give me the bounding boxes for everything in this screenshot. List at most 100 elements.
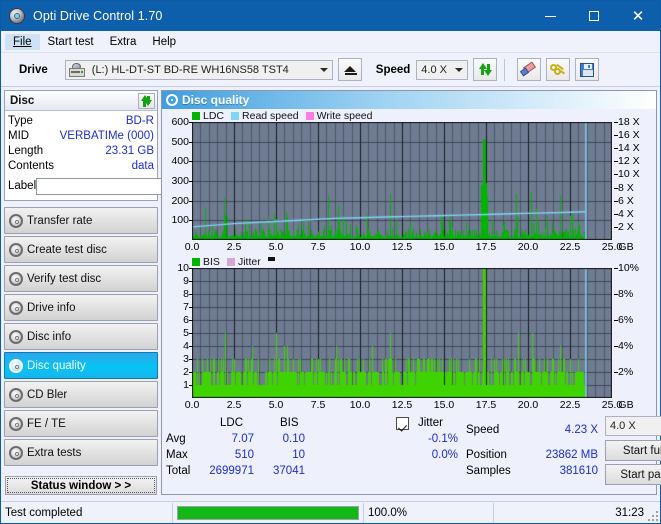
y-tick-mark xyxy=(189,385,193,386)
disc-row-length: Length 23.31 GB xyxy=(8,143,154,158)
y-tick-mark xyxy=(189,359,193,360)
resize-grip-icon[interactable] xyxy=(648,511,658,521)
sidebar-item-fe-te[interactable]: FE / TE xyxy=(4,410,158,437)
sidebar-item-disc-quality[interactable]: Disc quality xyxy=(4,352,158,379)
cd-icon xyxy=(5,417,27,431)
legend-label-ldc: LDC xyxy=(203,110,224,122)
start-part-button[interactable]: Start part xyxy=(605,464,661,485)
bottom-x-axis: 0.02.55.07.510.012.515.017.520.022.525.0… xyxy=(192,398,612,412)
x-tick-label: 5.0 xyxy=(269,241,284,253)
refresh-icon xyxy=(140,94,153,107)
y2-tick-mark xyxy=(614,161,618,162)
y-tick-mark xyxy=(189,161,193,162)
result-speed-value: 4.0 X xyxy=(606,420,636,432)
cd-icon xyxy=(5,446,27,460)
disc-refresh-button[interactable] xyxy=(138,93,155,109)
menu-extra-label: Extra xyxy=(110,36,137,48)
x-axis-unit: GB xyxy=(618,399,633,411)
legend-top-chart: LDC Read speed Write speed xyxy=(164,110,654,122)
y-tick-mark xyxy=(189,122,193,123)
disc-type-key: Type xyxy=(8,115,33,127)
jitter-checkbox[interactable] xyxy=(396,417,409,430)
menu-help[interactable]: Help xyxy=(144,34,184,50)
save-button[interactable] xyxy=(575,58,599,81)
stats-total-bis: 37041 xyxy=(258,465,305,477)
cd-icon xyxy=(5,388,27,402)
refresh-icon xyxy=(478,62,493,77)
close-button[interactable]: ✕ xyxy=(616,1,660,31)
sidebar-item-verify-test-disc[interactable]: Verify test disc xyxy=(4,265,158,292)
status-window-button[interactable]: Status window > > xyxy=(5,476,157,495)
chevron-down-icon xyxy=(455,68,463,72)
y2-tick-label: 18 X xyxy=(618,116,640,128)
y-tick-label: 10 xyxy=(177,262,189,274)
speed-select[interactable]: 4.0 X xyxy=(416,60,468,80)
drive-select[interactable]: (L:) HL-DT-ST BD-RE WH16NS58 TST4 xyxy=(65,60,333,80)
result-speed-select[interactable]: 4.0 X xyxy=(605,416,661,436)
progress-track xyxy=(177,506,359,520)
sidebar-item-disc-info[interactable]: Disc info xyxy=(4,323,158,350)
menu-extra[interactable]: Extra xyxy=(102,34,145,50)
legend-item-read-speed: Read speed xyxy=(231,110,299,122)
y2-tick-label: 8% xyxy=(618,288,633,300)
stats-col-ldc: LDC xyxy=(220,417,243,429)
status-message: Test completed xyxy=(1,503,173,523)
eject-button[interactable] xyxy=(338,58,362,81)
y-tick-mark xyxy=(189,281,193,282)
legend-swatch-read-speed xyxy=(231,112,239,120)
stats-row-avg-key: Avg xyxy=(166,433,186,445)
disc-panel-title: Disc xyxy=(7,95,34,107)
y-tick-label: 200 xyxy=(171,195,189,207)
app-disc-icon xyxy=(8,7,26,25)
y2-tick-mark xyxy=(614,346,618,347)
refresh-button[interactable] xyxy=(473,58,497,81)
stats-avg-ldc: 7.07 xyxy=(192,433,254,445)
speed-y-axis: 2 X4 X6 X8 X10 X12 X14 X16 X18 X xyxy=(614,122,654,240)
speed-stat-value: 4.23 X xyxy=(520,424,598,436)
y2-tick-label: 4% xyxy=(618,340,633,352)
y2-tick-label: 6 X xyxy=(618,195,634,207)
y-tick-mark xyxy=(189,294,193,295)
menu-start-test[interactable]: Start test xyxy=(40,34,102,50)
sidebar: Disc Type BD-R MID VERBATIMe (000) xyxy=(1,87,161,495)
y2-tick-label: 10 X xyxy=(618,168,640,180)
y2-tick-mark xyxy=(614,188,618,189)
sidebar-item-transfer-rate[interactable]: Transfer rate xyxy=(4,207,158,234)
y2-tick-label: 8 X xyxy=(618,182,634,194)
samples-stat-value: 381610 xyxy=(520,465,598,477)
sidebar-item-cd-bler[interactable]: CD Bler xyxy=(4,381,158,408)
minimize-icon xyxy=(545,16,556,17)
legend-swatch-write-speed xyxy=(306,112,314,120)
sidebar-item-extra-tests[interactable]: Extra tests xyxy=(4,439,158,466)
sidebar-item-label: Transfer rate xyxy=(27,215,92,227)
sidebar-item-label: Verify test disc xyxy=(27,273,101,285)
legend-label-write-speed: Write speed xyxy=(317,110,373,122)
sidebar-item-drive-info[interactable]: Drive info xyxy=(4,294,158,321)
legend-swatch-jitter xyxy=(227,258,235,266)
maximize-button[interactable] xyxy=(572,1,616,31)
legend-label-jitter: Jitter xyxy=(238,256,261,268)
keys-button[interactable] xyxy=(546,58,570,81)
start-full-button[interactable]: Start full xyxy=(605,440,661,461)
charts-area: LDC Read speed Write speed 1002003004005… xyxy=(162,109,656,414)
bis-y-axis: 12345678910 xyxy=(164,268,189,398)
optical-drive-icon xyxy=(69,63,85,78)
sidebar-item-create-test-disc[interactable]: Create test disc xyxy=(4,236,158,263)
minimize-button[interactable] xyxy=(528,1,572,31)
y2-tick-mark xyxy=(614,214,618,215)
keys-icon xyxy=(550,63,566,77)
x-tick-label: 22.5 xyxy=(560,399,580,411)
y-tick-mark xyxy=(189,142,193,143)
stats-area: LDC BIS Avg Max Total 7.07 510 2699971 0… xyxy=(162,414,656,490)
save-icon xyxy=(580,63,594,77)
x-tick-label: 5.0 xyxy=(269,399,284,411)
sidebar-item-label: Extra tests xyxy=(27,447,81,459)
disc-mid-key: MID xyxy=(8,130,29,142)
disc-type-value: BD-R xyxy=(126,115,154,127)
menu-file-label: File xyxy=(13,36,32,48)
erase-button[interactable] xyxy=(517,58,541,81)
disc-contents-key: Contents xyxy=(8,160,54,172)
menu-file[interactable]: File xyxy=(5,34,40,50)
y-tick-label: 400 xyxy=(171,155,189,167)
y2-tick-mark xyxy=(614,268,618,269)
